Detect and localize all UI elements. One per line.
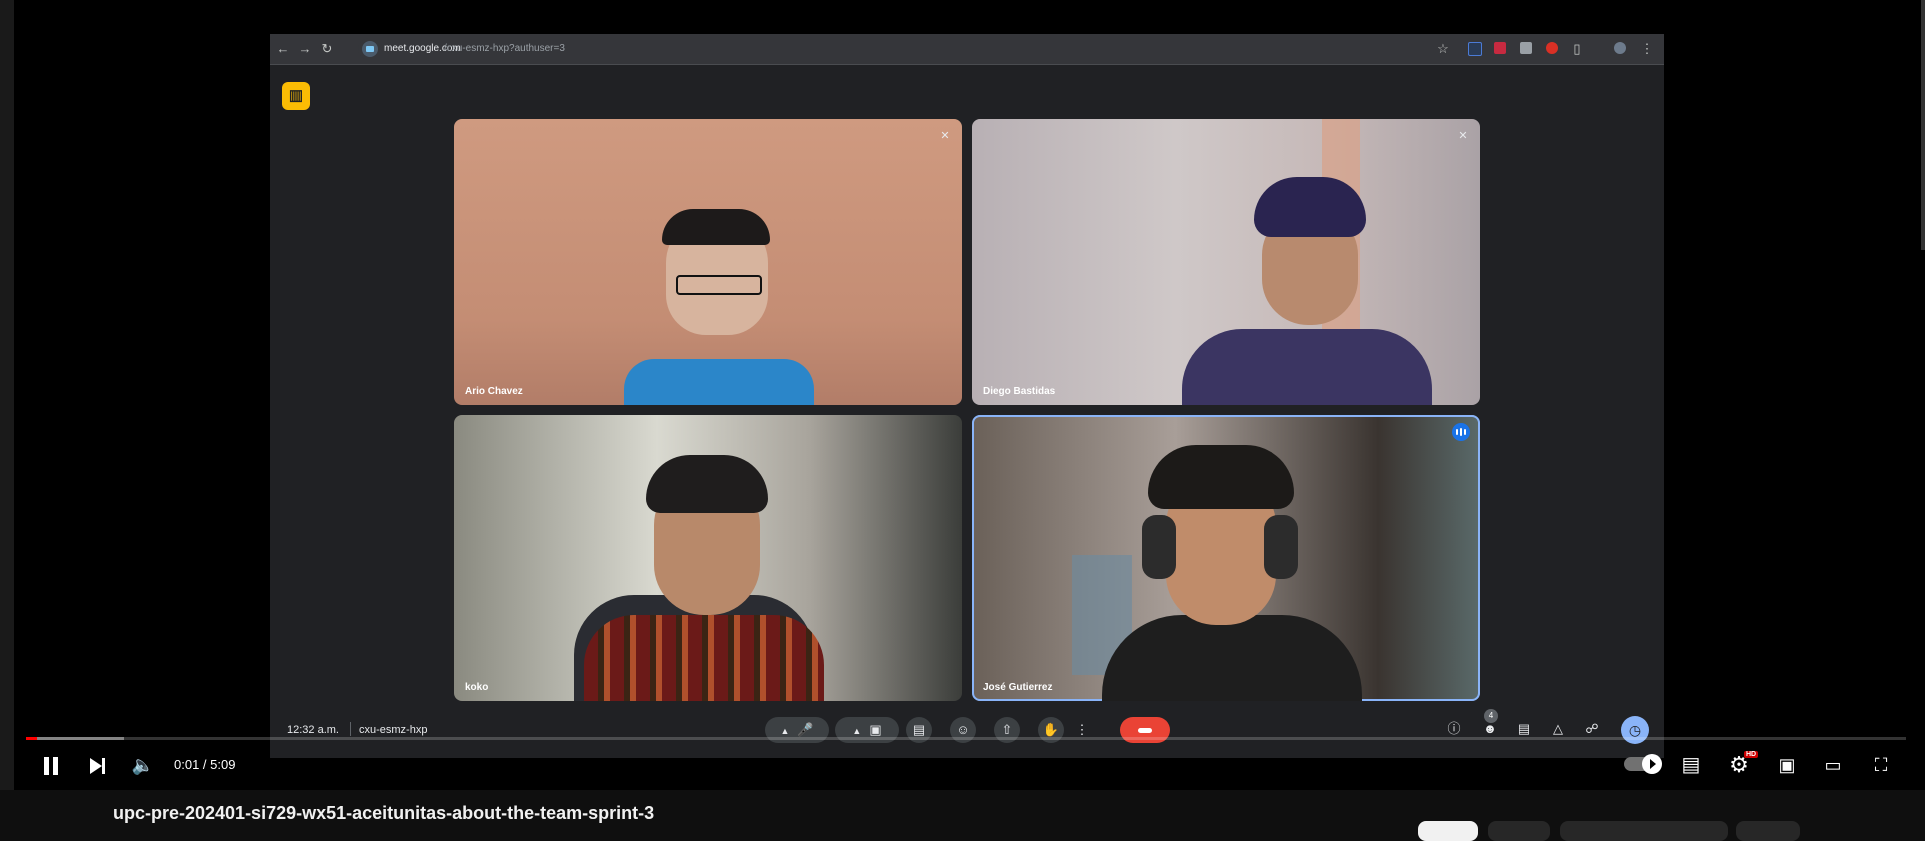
extension-icon-4 xyxy=(1546,42,1558,54)
microphone-icon: 🎤 xyxy=(797,722,814,737)
hang-up-icon xyxy=(1138,728,1152,734)
url-path: /cxu-esmz-hxp?authuser=3 xyxy=(444,43,565,54)
mic-off-icon: ✕ xyxy=(1458,130,1468,142)
chevron-up-icon: ▲ xyxy=(852,726,862,736)
meeting-clock: 12:32 a.m. xyxy=(287,724,339,736)
skip-next-icon xyxy=(89,758,102,775)
participant-tile-active-speaker: José Gutierrez xyxy=(972,415,1480,701)
time-display: 0:01 / 5:09 xyxy=(174,757,236,772)
miniplayer-icon: ▣ xyxy=(1778,755,1796,775)
participant-tile: koko xyxy=(454,415,962,701)
back-arrow-icon: ← xyxy=(276,41,290,56)
forward-arrow-icon: → xyxy=(298,41,312,56)
video-title: upc-pre-202401-si729-wx51-aceitunitas-ab… xyxy=(113,803,655,823)
site-info-icon xyxy=(362,41,378,57)
page-scrollbar[interactable] xyxy=(1921,0,1925,250)
autoplay-toggle[interactable] xyxy=(1624,754,1662,774)
page-left-strip xyxy=(0,0,14,790)
pause-button[interactable] xyxy=(38,750,64,780)
activities-icon: △ xyxy=(1553,721,1563,736)
pause-icon xyxy=(44,757,58,776)
browser-menu-icon: ⋮ xyxy=(1640,41,1654,56)
speaking-indicator-icon xyxy=(1452,423,1470,441)
meeting-code: cxu-esmz-hxp xyxy=(359,724,428,736)
video-camera-icon: ▣ xyxy=(869,722,882,737)
host-controls-icon: ☍ xyxy=(1585,721,1599,736)
captions-icon: ▤ xyxy=(912,722,926,737)
volume-icon: 🔈 xyxy=(131,755,155,775)
filter-chip[interactable] xyxy=(1488,821,1550,841)
miniplayer-button[interactable]: ▣ xyxy=(1772,750,1802,780)
subtitles-icon: ▤ xyxy=(1681,754,1701,776)
filter-chip[interactable] xyxy=(1418,821,1478,841)
participant-name: José Gutierrez xyxy=(983,682,1053,693)
meeting-info-icon: ⓘ xyxy=(1447,721,1461,736)
theater-mode-icon: ▭ xyxy=(1824,755,1842,775)
hand-icon: ✋ xyxy=(1042,722,1060,737)
extensions-puzzle-icon: ▯ xyxy=(1573,41,1581,56)
filter-chip[interactable] xyxy=(1736,821,1800,841)
bookmark-star-icon: ☆ xyxy=(1437,41,1449,56)
chevron-up-icon: ▲ xyxy=(780,726,790,736)
reload-icon: ↻ xyxy=(321,41,333,56)
browser-toolbar: ← → ↻ meet.google.com /cxu-esmz-hxp?auth… xyxy=(270,34,1664,65)
filter-chip[interactable] xyxy=(1560,821,1728,841)
more-vert-icon: ⋮ xyxy=(1075,722,1089,737)
buffered-progress xyxy=(26,737,124,740)
lobby-door-icon: ▥ xyxy=(282,82,310,110)
participant-name: koko xyxy=(465,682,489,693)
theater-mode-button[interactable]: ▭ xyxy=(1818,750,1848,780)
progress-bar[interactable] xyxy=(26,737,1906,740)
chat-icon: ▤ xyxy=(1517,721,1531,736)
address-bar: meet.google.com /cxu-esmz-hxp?authuser=3 xyxy=(358,38,1478,60)
participant-name: Ario Chavez xyxy=(465,386,523,397)
subtitles-button[interactable]: ▤ xyxy=(1676,750,1706,780)
profile-avatar xyxy=(1614,42,1626,54)
emoji-icon: ☺ xyxy=(956,722,970,737)
present-screen-icon: ⇧ xyxy=(1001,722,1013,737)
next-button[interactable] xyxy=(84,750,110,780)
played-progress xyxy=(26,737,38,740)
fullscreen-icon: ⛶ xyxy=(1874,755,1888,775)
autoplay-play-icon xyxy=(1642,754,1662,774)
participant-tile: ✕ Diego Bastidas xyxy=(972,119,1480,405)
adblock-extension-icon xyxy=(1494,42,1506,54)
extension-icon-1 xyxy=(1468,42,1482,56)
meet-control-bar: 12:32 a.m. cxu-esmz-hxp ▲ 🎤 ▲ ▣ ▤ ☺ ⇧ ✋ ⋮ … xyxy=(270,702,1664,758)
participant-tile: ✕ Ario Chavez xyxy=(454,119,962,405)
embedded-browser-window: ← → ↻ meet.google.com /cxu-esmz-hxp?auth… xyxy=(270,34,1664,758)
participant-name: Diego Bastidas xyxy=(983,386,1056,397)
extension-icon-3 xyxy=(1520,42,1532,54)
hd-badge: HD xyxy=(1744,751,1759,758)
mic-off-icon: ✕ xyxy=(940,130,950,142)
people-icon: ☻ xyxy=(1483,721,1497,736)
volume-button[interactable]: 🔈 xyxy=(130,750,156,780)
fullscreen-button[interactable]: ⛶ xyxy=(1866,750,1896,780)
